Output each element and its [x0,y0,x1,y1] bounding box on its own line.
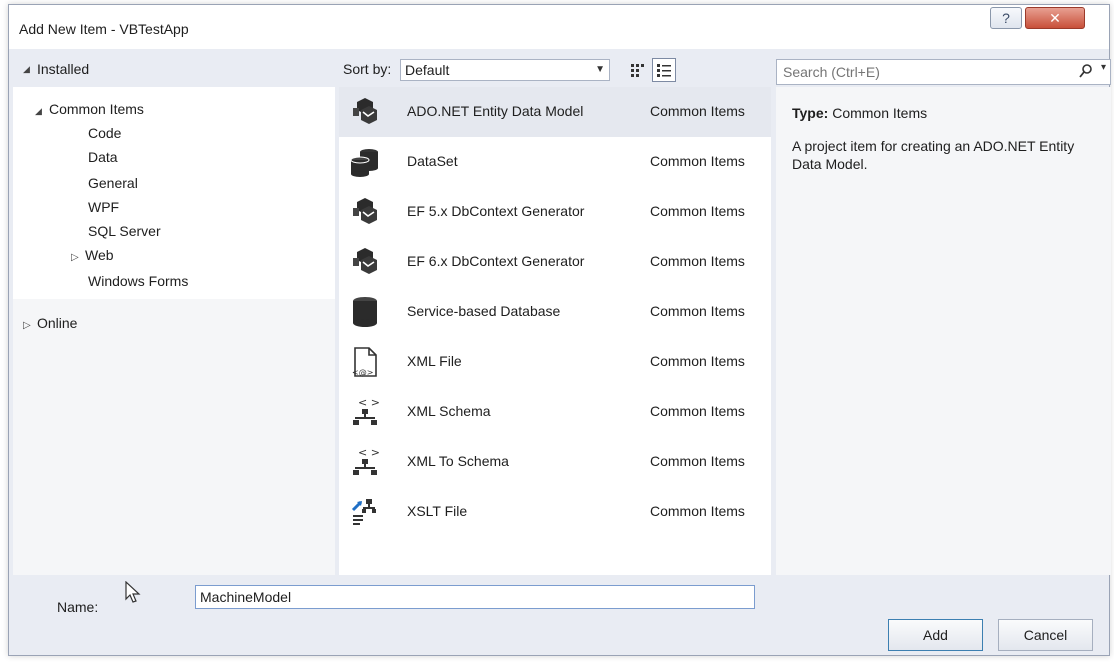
add-button[interactable]: Add [888,619,983,651]
template-item-category: Common Items [650,503,745,519]
grid-view-icon [631,64,644,77]
svg-text:< >: < > [358,396,380,409]
template-item-name: Service-based Database [407,303,561,319]
template-item-name: ADO.NET Entity Data Model [407,103,584,119]
template-list: ADO.NET Entity Data Model Common Items Dat… [339,87,771,575]
template-item[interactable]: <@> XML File Common Items [339,337,771,387]
dropdown-arrow-icon: ▼ [595,64,605,75]
template-tree-panel: ◢ Common Items Code Data General WPF SQL … [13,87,335,575]
template-item-name: XML To Schema [407,453,509,469]
xslt-file-icon [349,496,381,528]
template-item[interactable]: < > XML To Schema Common Items [339,437,771,487]
tree-item-online[interactable]: ▷ Online [23,315,77,331]
template-item-name: XML File [407,353,462,369]
dataset-icon [349,146,381,178]
template-item[interactable]: DataSet Common Items [339,137,771,187]
search-input[interactable] [777,60,1067,84]
installed-tree: ◢ Common Items Code Data General WPF SQL … [13,87,335,299]
window-title: Add New Item - VBTestApp [19,21,189,37]
template-item[interactable]: EF 6.x DbContext Generator Common Items [339,237,771,287]
type-line: Type: Common Items [792,105,927,121]
template-item-category: Common Items [650,453,745,469]
tree-item-wpf[interactable]: WPF [88,199,119,215]
mouse-cursor-icon [125,581,141,603]
template-item-category: Common Items [650,353,745,369]
xml-file-icon: <@> [349,346,381,378]
xml-schema-icon: < > [349,396,381,428]
tree-item-label: Windows Forms [88,273,189,289]
name-field[interactable] [195,585,755,609]
sort-dropdown[interactable]: Default ▼ [400,59,610,81]
template-item[interactable]: ADO.NET Entity Data Model Common Items [339,87,771,137]
template-item[interactable]: < > XML Schema Common Items [339,387,771,437]
expanded-triangle-icon: ◢ [35,106,42,116]
template-item-name: DataSet [407,153,458,169]
tree-item-label: WPF [88,199,120,215]
template-item-category: Common Items [650,403,745,419]
collapsed-triangle-icon: ▷ [23,320,31,331]
item-description: A project item for creating an ADO.NET E… [792,138,1075,172]
template-item-category: Common Items [650,303,745,319]
template-item-category: Common Items [650,153,745,169]
template-item-category: Common Items [650,103,745,119]
database-icon [349,296,381,328]
tree-item-label: Web [85,247,114,263]
sort-label: Sort by: [343,61,392,77]
type-value: Common Items [832,105,928,121]
tree-item-sql-server[interactable]: SQL Server [88,223,161,239]
template-item-category: Common Items [650,203,745,219]
tree-item-label: SQL Server [88,223,161,239]
template-item-name: XML Schema [407,403,491,419]
tree-item-data[interactable]: Data [88,149,118,165]
help-button[interactable]: ? [990,7,1022,29]
tree-item-common-items[interactable]: ◢ Common Items [35,101,144,117]
tree-item-label: General [88,175,138,191]
list-view-icon [657,64,671,77]
search-icon [1079,64,1092,78]
installed-header[interactable]: ◢ Installed [13,53,335,85]
title-bar: Add New Item - VBTestApp ? ✕ [9,5,1109,49]
close-button[interactable]: ✕ [1025,7,1085,29]
tree-item-label: Common Items [49,101,144,117]
expanded-triangle-icon: ◢ [23,63,30,74]
tree-item-label: Code [88,125,122,141]
template-item-name: XSLT File [407,503,468,519]
xml-schema-icon: < > [349,446,381,478]
entity-model-icon [349,246,381,278]
installed-label: Installed [37,61,90,77]
close-icon: ✕ [1049,9,1061,26]
search-options-icon: ▾ [1100,62,1106,73]
small-icons-view-button[interactable] [625,58,649,82]
sort-value: Default [405,62,450,78]
template-item[interactable]: EF 5.x DbContext Generator Common Items [339,187,771,237]
svg-text:< >: < > [358,446,380,459]
cancel-button[interactable]: Cancel [998,619,1093,651]
tree-item-label: Data [88,149,118,165]
template-item-category: Common Items [650,253,745,269]
tree-item-label: Online [37,315,78,331]
tree-item-code[interactable]: Code [88,125,121,141]
name-label: Name: [57,599,99,615]
type-label: Type: [792,105,829,121]
search-box[interactable]: ▾ [776,59,1111,85]
tree-item-general[interactable]: General [88,175,138,191]
svg-text:<@>: <@> [352,368,373,377]
template-item-name: EF 6.x DbContext Generator [407,253,585,269]
collapsed-triangle-icon: ▷ [71,252,79,263]
entity-model-icon [349,96,381,128]
entity-model-icon [349,196,381,228]
list-view-button[interactable] [652,58,676,82]
template-item[interactable]: XSLT File Common Items [339,487,771,537]
template-item[interactable]: Service-based Database Common Items [339,287,771,337]
details-panel: Type: Common Items A project item for cr… [776,87,1111,575]
sort-toolbar: Sort by: Default ▼ [339,53,771,85]
template-item-name: EF 5.x DbContext Generator [407,203,585,219]
add-new-item-dialog: Add New Item - VBTestApp ? ✕ ◢ Installed… [8,4,1111,656]
tree-item-web[interactable]: ▷ Web [71,247,114,263]
help-icon: ? [1002,10,1010,26]
tree-item-windows-forms[interactable]: Windows Forms [88,273,188,289]
